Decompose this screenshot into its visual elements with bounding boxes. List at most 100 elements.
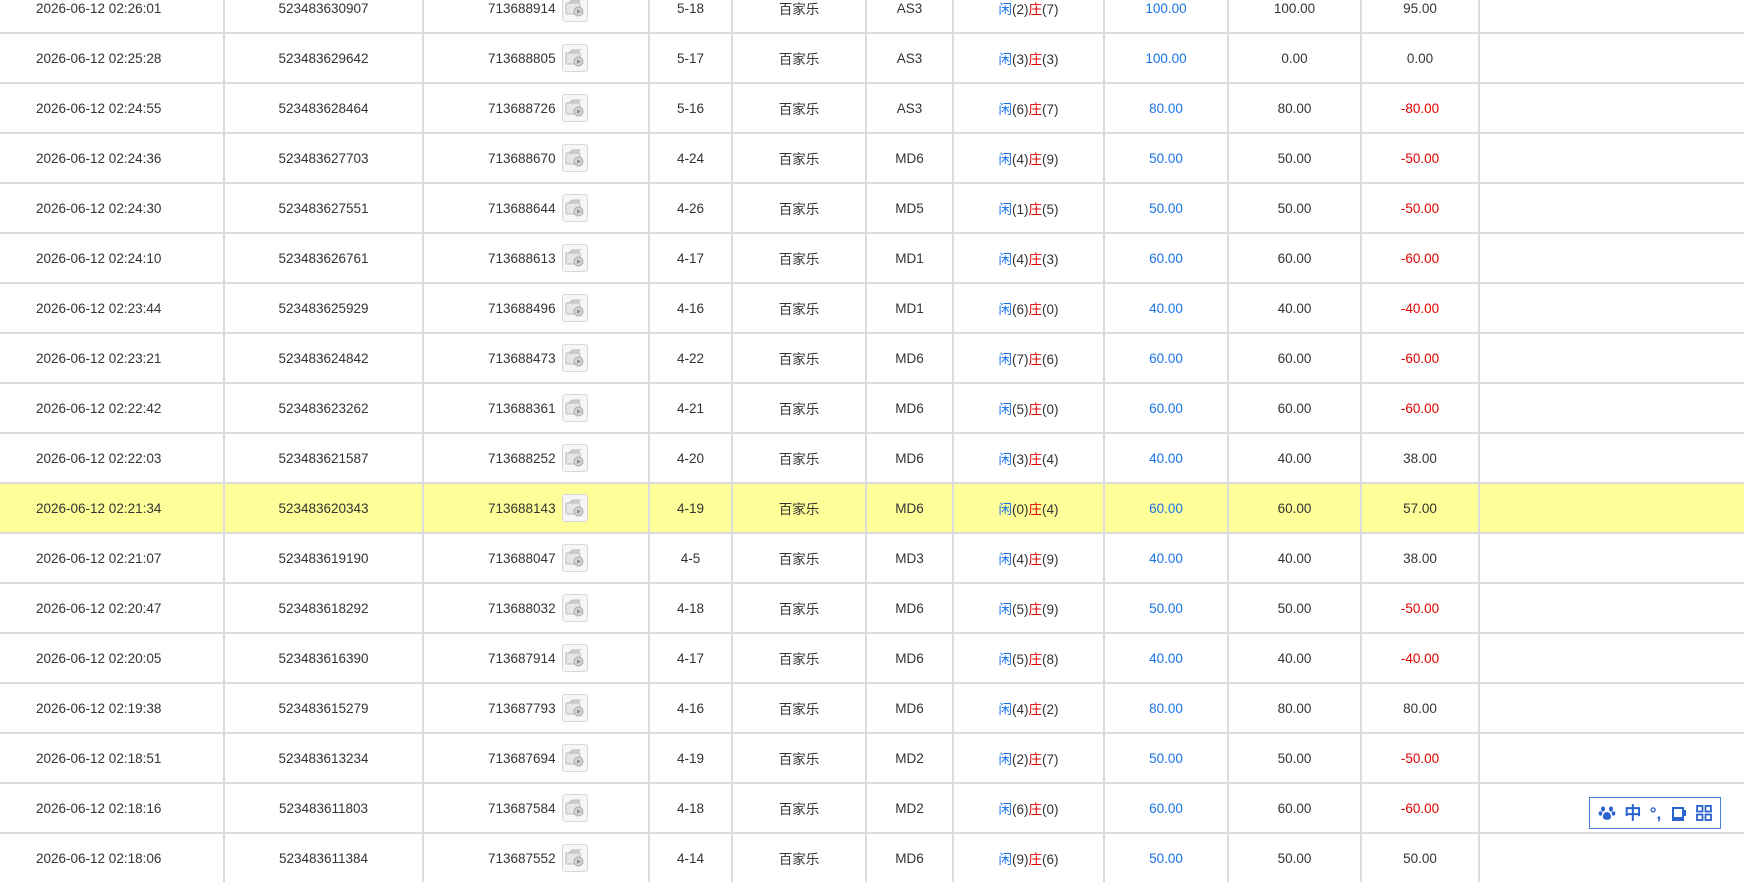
player-label: 闲 (998, 152, 1013, 167)
valid-bet-cell: 80.00 (1228, 682, 1362, 734)
round-cell: 4-19 (649, 482, 733, 534)
table-number-cell: 713688047 (423, 532, 650, 584)
result-cell: 闲(2)庄(7) (953, 0, 1105, 34)
banker-score: (7) (1042, 2, 1059, 17)
bet-amount-cell: 60.00 (1104, 382, 1229, 434)
replay-video-icon[interactable] (561, 494, 588, 522)
bet-amount-cell: 60.00 (1104, 782, 1229, 834)
replay-video-icon[interactable] (561, 294, 588, 322)
order-number-cell: 523483613234 (224, 732, 424, 784)
player-label: 闲 (998, 102, 1013, 117)
replay-video-icon[interactable] (561, 144, 588, 172)
bet-amount-cell: 60.00 (1104, 332, 1229, 384)
order-number-cell: 523483629642 (224, 32, 424, 84)
banker-label: 庄 (1028, 552, 1043, 567)
ime-toolbar[interactable]: 中 °, (1589, 797, 1721, 829)
ime-grid-icon[interactable] (1695, 805, 1712, 821)
ime-punctuation-toggle[interactable]: °, (1650, 805, 1662, 822)
table-id-cell: MD1 (866, 282, 954, 334)
ime-paw-icon[interactable] (1598, 804, 1616, 822)
banker-score: (3) (1042, 52, 1059, 67)
game-type-cell: 百家乐 (732, 382, 867, 434)
banker-score: (0) (1042, 802, 1059, 817)
balance-cell: 563.00/513.00 (1479, 582, 1744, 634)
table-row: 2026-06-12 02:18:16 523483611803 713687584… (0, 782, 1744, 834)
replay-video-icon[interactable] (561, 744, 588, 772)
banker-label: 庄 (1028, 602, 1043, 617)
bet-time-cell: 2026-06-12 02:23:44 (0, 282, 225, 334)
table-number-cell: 713688805 (423, 32, 650, 84)
replay-video-icon[interactable] (561, 0, 588, 22)
table-row: 2026-06-12 02:24:10 523483626761 713688613… (0, 232, 1744, 284)
round-cell: 4-17 (649, 232, 733, 284)
banker-score: (6) (1042, 852, 1059, 867)
table-row: 2026-06-12 02:21:34 523483620343 713688143… (0, 482, 1744, 534)
order-number-cell: 523483624842 (224, 332, 424, 384)
replay-video-icon[interactable] (561, 844, 588, 872)
replay-video-icon[interactable] (561, 44, 588, 72)
table-row: 2026-06-12 02:24:30 523483627551 713688644… (0, 182, 1744, 234)
ime-cup-icon[interactable] (1670, 804, 1688, 822)
replay-video-icon[interactable] (561, 94, 588, 122)
win-loss-cell: 0.00 (1361, 32, 1480, 84)
banker-score: (4) (1042, 502, 1059, 517)
balance-cell: 483.00/533.00 (1479, 832, 1744, 882)
player-label: 闲 (998, 452, 1013, 467)
order-number-cell: 523483627551 (224, 182, 424, 234)
replay-video-icon[interactable] (561, 694, 588, 722)
player-label: 闲 (998, 402, 1013, 417)
player-label: 闲 (998, 702, 1013, 717)
balance-cell: 246.00/341.00 (1479, 0, 1744, 34)
table-id-cell: MD3 (866, 532, 954, 584)
replay-video-icon[interactable] (561, 394, 588, 422)
win-loss-cell: -50.00 (1361, 182, 1480, 234)
balance-cell: 486.00/426.00 (1479, 232, 1744, 284)
bet-amount-cell: 50.00 (1104, 582, 1229, 634)
table-number-text: 713688143 (488, 500, 556, 516)
table-number-text: 713687694 (488, 750, 556, 766)
result-cell: 闲(5)庄(0) (953, 382, 1105, 434)
table-id-cell: MD5 (866, 182, 954, 234)
replay-video-icon[interactable] (561, 544, 588, 572)
table-id-cell: MD2 (866, 732, 954, 784)
table-number-text: 713688252 (488, 450, 556, 466)
table-number-text: 713688047 (488, 550, 556, 566)
game-type-cell: 百家乐 (732, 682, 867, 734)
result-cell: 闲(6)庄(7) (953, 82, 1105, 134)
win-loss-cell: -60.00 (1361, 782, 1480, 834)
round-cell: 5-18 (649, 0, 733, 34)
replay-video-icon[interactable] (561, 244, 588, 272)
banker-label: 庄 (1028, 52, 1043, 67)
replay-video-icon[interactable] (561, 594, 588, 622)
ime-language-toggle[interactable]: 中 (1624, 805, 1641, 822)
replay-video-icon[interactable] (561, 194, 588, 222)
bet-amount-cell: 100.00 (1104, 0, 1229, 34)
valid-bet-cell: 0.00 (1228, 32, 1362, 84)
banker-label: 庄 (1028, 652, 1043, 667)
order-number-cell: 523483627703 (224, 132, 424, 184)
table-id-cell: MD6 (866, 832, 954, 882)
replay-video-icon[interactable] (561, 444, 588, 472)
game-type-cell: 百家乐 (732, 632, 867, 684)
player-score: (2) (1012, 752, 1029, 767)
bet-time-cell: 2026-06-12 02:18:06 (0, 832, 225, 882)
table-number-cell: 713687552 (423, 832, 650, 882)
replay-video-icon[interactable] (561, 794, 588, 822)
player-label: 闲 (998, 652, 1013, 667)
player-score: (3) (1012, 452, 1029, 467)
result-cell: 闲(7)庄(6) (953, 332, 1105, 384)
win-loss-cell: -60.00 (1361, 382, 1480, 434)
banker-score: (7) (1042, 102, 1059, 117)
table-id-cell: MD6 (866, 482, 954, 534)
valid-bet-cell: 60.00 (1228, 782, 1362, 834)
table-row: 2026-06-12 02:18:51 523483613234 713687694… (0, 732, 1744, 784)
game-type-cell: 百家乐 (732, 782, 867, 834)
replay-video-icon[interactable] (561, 644, 588, 672)
result-cell: 闲(4)庄(3) (953, 232, 1105, 284)
banker-label: 庄 (1028, 202, 1043, 217)
replay-video-icon[interactable] (561, 344, 588, 372)
win-loss-cell: 50.00 (1361, 832, 1480, 882)
table-number-text: 713687914 (488, 650, 556, 666)
bet-time-cell: 2026-06-12 02:24:55 (0, 82, 225, 134)
order-number-cell: 523483630907 (224, 0, 424, 34)
